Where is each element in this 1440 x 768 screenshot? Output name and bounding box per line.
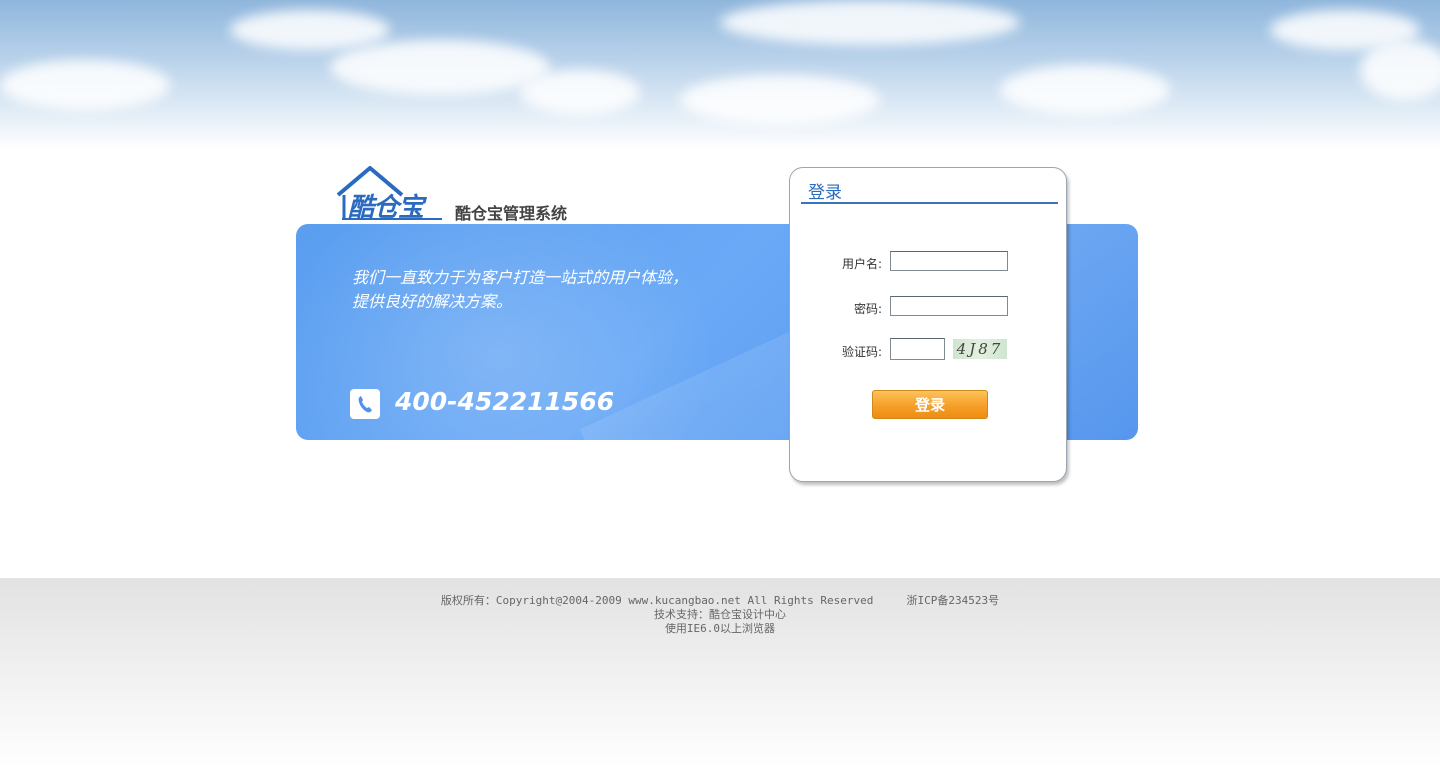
system-title: 酷仓宝管理系统: [455, 204, 568, 223]
phone-number: 400-452211566: [395, 387, 615, 416]
login-panel: [789, 167, 1067, 482]
captcha-input[interactable]: [890, 338, 945, 360]
divider: [801, 202, 1058, 204]
slogan-line-2: 提供良好的解决方案。: [352, 292, 513, 311]
password-input[interactable]: [890, 296, 1008, 316]
sky-header-background: [0, 0, 1440, 150]
captcha-label: 验证码:: [841, 345, 882, 359]
slogan: 我们一直致力于为客户打造一站式的用户体验， 提供良好的解决方案。: [352, 266, 772, 314]
username-label: 用户名:: [841, 257, 882, 271]
login-button[interactable]: 登录: [872, 390, 988, 419]
logo-text: 酷仓宝: [348, 193, 424, 223]
slogan-line-1: 我们一直致力于为客户打造一站式的用户体验，: [352, 268, 689, 287]
phone-icon: [350, 389, 380, 419]
logo: 酷仓宝: [336, 165, 446, 223]
browser-note-text: 使用IE6.0以上浏览器: [664, 622, 776, 635]
captcha-image[interactable]: 4J87: [953, 339, 1007, 359]
password-label: 密码:: [853, 302, 882, 316]
login-title: 登录: [808, 183, 842, 203]
username-input[interactable]: [890, 251, 1008, 271]
footer: 版权所有：Copyright@2004-2009 www.kucangbao.n…: [0, 578, 1440, 768]
